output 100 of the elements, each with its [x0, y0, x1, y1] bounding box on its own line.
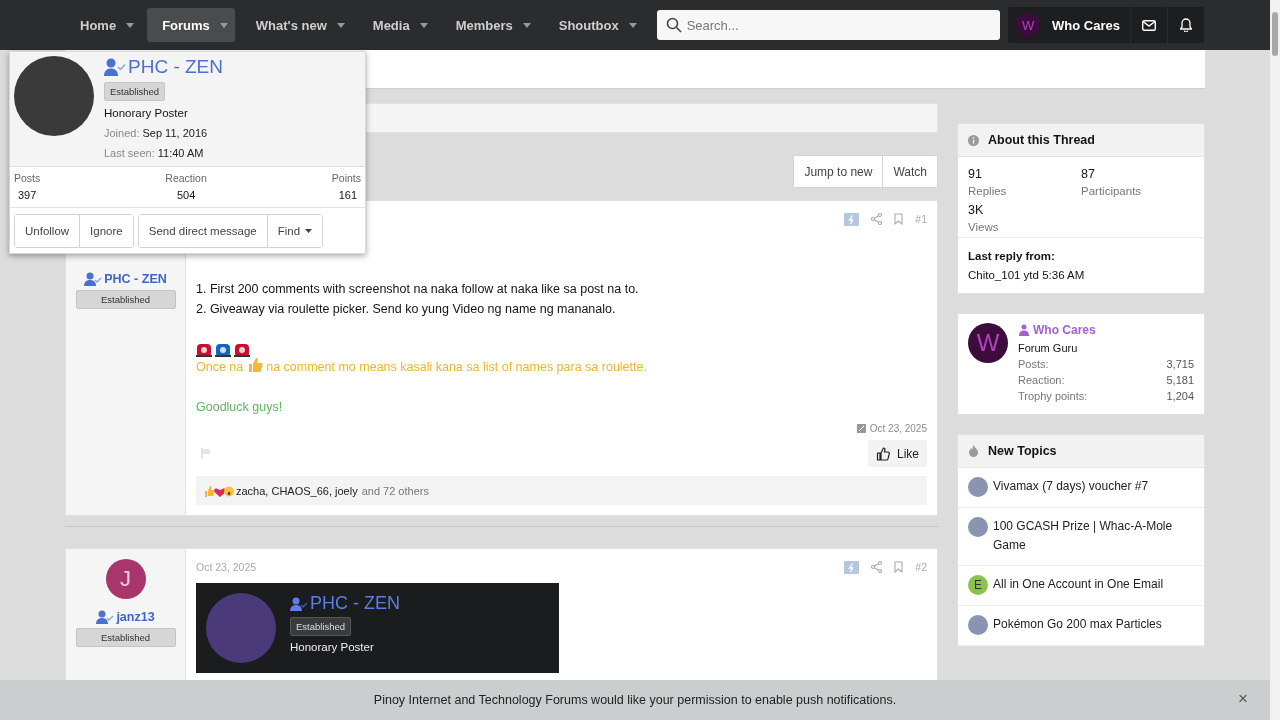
user-check-icon: [104, 58, 126, 76]
lightning-icon: [844, 560, 860, 574]
stat-label: Replies: [968, 185, 1008, 197]
stat-value: 5,181: [1166, 374, 1194, 386]
post-text: 2. Giveaway via roulette picker. Send ko yung Video ng name ng mananalo.: [196, 301, 617, 318]
lightning-icon: [844, 212, 860, 226]
user-title: Honorary Poster: [290, 641, 375, 653]
stat-value: 504: [175, 189, 197, 201]
nav-tab[interactable]: Home: [65, 8, 142, 42]
user-group-icon: [1018, 324, 1030, 336]
post-date[interactable]: Oct 23, 2025: [869, 423, 927, 434]
user-check-icon: [96, 610, 115, 624]
user-badge: Established: [75, 290, 176, 309]
siren-icon: [234, 341, 250, 357]
envelope-icon: [1142, 19, 1156, 31]
search-field[interactable]: Search...: [656, 10, 1001, 40]
others-link[interactable]: and 72 others: [361, 484, 429, 497]
banner-text: Pinoy Internet and Technology Forums would like your permission to enable push notifications.: [373, 693, 897, 707]
field-value: 11:40 AM: [157, 147, 204, 159]
user-title: Honorary Poster: [104, 107, 189, 119]
stat-label: Views: [968, 221, 1000, 233]
bell-icon: [1180, 18, 1192, 32]
profile-action-button[interactable]: Ignore: [79, 215, 133, 247]
stat-value: 91: [968, 167, 983, 181]
search-icon: [665, 17, 682, 33]
topic-link[interactable]: Pokémon Go 200 max Particles: [993, 615, 1162, 634]
last-reply-info: Chito_101 ytd 5:36 AM: [968, 269, 1086, 281]
field-label: Joined:: [104, 127, 140, 139]
scrollbar-thumb[interactable]: [1272, 12, 1278, 56]
avatar: W: [1016, 13, 1041, 37]
username-link[interactable]: PHC - ZEN: [104, 56, 223, 78]
thumbs-up-icon: [246, 357, 263, 373]
stat-label: Trophy points:: [1018, 390, 1088, 402]
caret-icon: [419, 22, 428, 28]
username-link[interactable]: Who Cares: [1018, 323, 1194, 337]
last-reply-label: Last reply from:: [968, 250, 1056, 262]
caret-icon: [126, 22, 135, 28]
stat-label: Reaction: [165, 172, 207, 184]
topic-link[interactable]: All in One Account in One Email: [993, 575, 1164, 594]
nav-tab[interactable]: Forums: [147, 8, 235, 42]
flag-icon: [201, 448, 211, 459]
avatar-photo: [968, 517, 988, 537]
avatar-photo: [968, 615, 988, 635]
stat-value: 1,204: [1166, 390, 1194, 402]
avatar: J: [105, 559, 146, 599]
caret-icon: [305, 229, 313, 233]
user-badge: Established: [290, 617, 352, 636]
stat-value: 161: [337, 189, 358, 201]
fire-icon: [968, 445, 979, 457]
stat-label: Posts: [14, 172, 41, 184]
thread-action-button[interactable]: Watch: [882, 156, 937, 187]
stat-label: Points: [331, 172, 361, 184]
edit-icon: [856, 424, 866, 433]
post-text: Goodluck guys!: [196, 399, 284, 416]
stat-value: 3,715: [1166, 358, 1194, 370]
scrollbar[interactable]: [1270, 0, 1280, 720]
thumbs-up-icon: [876, 446, 890, 461]
avatar: W: [968, 323, 1008, 363]
username-link[interactable]: PHC - ZEN: [84, 272, 167, 286]
stat-label: Reaction:: [1018, 374, 1065, 386]
reaction-emojis-icon: [204, 484, 234, 497]
stat-value: 3K: [968, 203, 985, 217]
profile-action-button[interactable]: Find: [266, 215, 323, 247]
stat-value: 397: [17, 189, 38, 201]
user-check-icon: [84, 272, 103, 286]
field-value: Sep 11, 2016: [142, 127, 208, 139]
panel-title: New Topics: [988, 444, 1057, 458]
post-text: 1. First 200 comments with screenshot na naka follow at naka like sa post na to.: [196, 281, 640, 298]
share-icon: [871, 213, 883, 225]
panel-title: About this Thread: [988, 133, 1095, 147]
field-label: Last seen:: [104, 147, 155, 159]
nav-tab[interactable]: Media: [357, 8, 435, 42]
reaction-names-link[interactable]: zacha, CHAOS_66, joely: [236, 484, 358, 497]
caret-icon: [522, 22, 531, 28]
siren-icon: [196, 341, 212, 357]
post-text: Once na na comment mo means kasali kana sa list of names para sa roulette.: [196, 357, 927, 377]
bookmark-icon: [894, 561, 904, 573]
siren-icon: [215, 341, 231, 357]
info-icon: [968, 134, 979, 146]
profile-name: PHC - ZEN: [290, 593, 400, 614]
bookmark-icon: [894, 213, 904, 225]
caret-icon: [336, 22, 345, 28]
nav-tab[interactable]: Members: [440, 8, 538, 42]
stat-value: 87: [1081, 167, 1096, 181]
stat-label: Posts:: [1018, 358, 1049, 370]
user-badge: Established: [75, 628, 176, 647]
like-button[interactable]: Like: [868, 440, 927, 467]
close-button[interactable]: ×: [1234, 689, 1252, 709]
user-badge: Established: [104, 82, 166, 101]
share-icon: [871, 561, 883, 573]
avatar-photo: [968, 477, 988, 497]
user-title: Forum Guru: [1018, 342, 1079, 354]
nav-tab[interactable]: What's new: [240, 8, 352, 42]
stat-label: Participants: [1081, 185, 1143, 197]
username-link[interactable]: janz13: [96, 610, 155, 624]
topic-link[interactable]: 100 GCASH Prize | Whac-A-Mole Game: [993, 517, 1194, 555]
nav-tab[interactable]: Shoutbox: [543, 8, 644, 42]
topic-link[interactable]: Vivamax (7 days) voucher #7: [993, 477, 1149, 496]
caret-icon: [219, 22, 228, 28]
avatar: E: [968, 575, 988, 595]
